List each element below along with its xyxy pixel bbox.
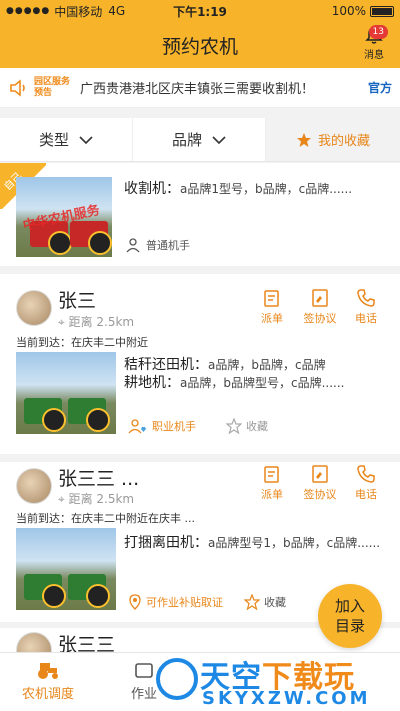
type-filter[interactable]: 类型 [0, 118, 133, 161]
tractor-graphic [24, 398, 66, 432]
page-title: 预约农机 [161, 35, 238, 58]
subsidy-tag: 可作业补贴取证 [128, 594, 223, 610]
star-outline-icon [226, 418, 242, 434]
favorites-filter[interactable]: 我的收藏 [266, 118, 400, 161]
user-icon [126, 238, 140, 253]
distance-label: ⌖ 距离 2.5km [58, 315, 135, 329]
machine-line: 秸秆还田机：a品牌，b品牌，c品牌 [124, 357, 326, 373]
watermark-domain: SKYXZW.COM [202, 688, 371, 709]
notice-tag: 园区服务预告 [34, 76, 71, 98]
battery-icon [370, 5, 394, 17]
distance-label: ⌖ 距离 2.5km [58, 492, 135, 506]
tractor-icon [38, 663, 58, 679]
notice-text: 广西贵港港北区庆丰镇张三需要收割机！ [80, 82, 315, 97]
add-to-directory-button[interactable]: 加入 目录 [318, 584, 382, 648]
call-button[interactable]: 电话 [344, 288, 388, 326]
message-count-badge: 13 [368, 25, 388, 39]
chevron-down-icon [79, 135, 93, 144]
sign-agreement-button[interactable]: 签协议 [298, 288, 342, 326]
tractor-graphic [68, 398, 110, 432]
messages-button[interactable]: 13 消息 [358, 25, 390, 61]
star-icon [296, 132, 311, 147]
dispatch-button[interactable]: 派单 [250, 288, 294, 326]
current-location: 当前到达：在庆丰二中附近在庆丰 ... [16, 512, 195, 525]
machine-line: 打捆离田机：a品牌型号1，b品牌，c品牌...... [124, 535, 381, 551]
machine-line: 收割机：a品牌1型号，b品牌，c品牌...... [124, 181, 353, 197]
listing-card[interactable]: 自己 中华农机服务 收割机：a品牌1型号，b品牌，c品牌...... 普通机手 [0, 163, 400, 266]
certified-user-icon [128, 419, 146, 434]
filter-bar: 类型 品牌 我的收藏 [0, 118, 400, 162]
dispatch-icon [264, 466, 279, 483]
favorites-label: 我的收藏 [317, 134, 370, 149]
owner-name: 张三 [58, 290, 97, 312]
phone-icon [357, 465, 375, 483]
favorite-button[interactable]: 收藏 [226, 418, 268, 434]
agreement-icon [312, 289, 328, 307]
operator-tag: 职业机手 [128, 418, 196, 434]
speaker-icon [10, 78, 25, 97]
machine-photo[interactable] [16, 528, 116, 610]
star-outline-icon [244, 594, 260, 610]
official-label: 官方 [367, 81, 392, 95]
machine-line: 耕地机：a品牌，b品牌型号，c品牌...... [124, 375, 345, 391]
status-bar: ●●●●● 中国移动 4G 下午1:19 100% [0, 0, 400, 22]
dispatch-button[interactable]: 派单 [250, 464, 294, 502]
carrier-label: 中国移动 [54, 4, 103, 19]
agreement-icon [312, 465, 328, 483]
call-button[interactable]: 电话 [344, 464, 388, 502]
network-label: 4G [108, 4, 126, 18]
location-pin-icon [129, 594, 141, 610]
avatar[interactable] [16, 290, 52, 326]
signal-icon: ●●●●● [6, 6, 51, 16]
chevron-down-icon [212, 135, 226, 144]
brand-filter[interactable]: 品牌 [133, 118, 266, 161]
phone-icon [357, 289, 375, 307]
avatar[interactable] [16, 632, 52, 652]
operator-tag: 普通机手 [126, 237, 190, 253]
nav-bar: 预约农机 13 消息 [0, 22, 400, 68]
current-location: 当前到达：在庆丰二中附近 [16, 336, 148, 349]
watermark-logo [156, 658, 198, 700]
site-watermark: 天空下载玩 SKYXZW.COM [150, 650, 400, 711]
tractor-graphic [24, 574, 66, 608]
listing-card[interactable]: 张三 ⌖ 距离 2.5km 派单 签协议 电话 当前到达：在庆丰二中附近 秸秆还… [0, 274, 400, 454]
dispatch-icon [264, 290, 279, 307]
notice-bar[interactable]: 园区服务预告 广西贵港港北区庆丰镇张三需要收割机！ 官方 [0, 68, 400, 108]
battery-percent: 100% [331, 4, 366, 18]
brand-filter-label: 品牌 [171, 131, 202, 149]
tractor-graphic [68, 574, 110, 608]
owner-name: 张三三 ... [58, 468, 140, 490]
machine-photo[interactable]: 中华农机服务 [16, 177, 112, 257]
tab-machine-dispatch[interactable]: 农机调度 [0, 653, 96, 711]
messages-label: 消息 [364, 50, 384, 61]
sign-agreement-button[interactable]: 签协议 [298, 464, 342, 502]
favorite-button[interactable]: 收藏 [244, 594, 286, 610]
owner-name: 张三三 [58, 634, 116, 652]
type-filter-label: 类型 [38, 131, 69, 149]
avatar[interactable] [16, 468, 52, 504]
machine-photo[interactable] [16, 352, 116, 434]
tractor-graphic [70, 221, 112, 255]
